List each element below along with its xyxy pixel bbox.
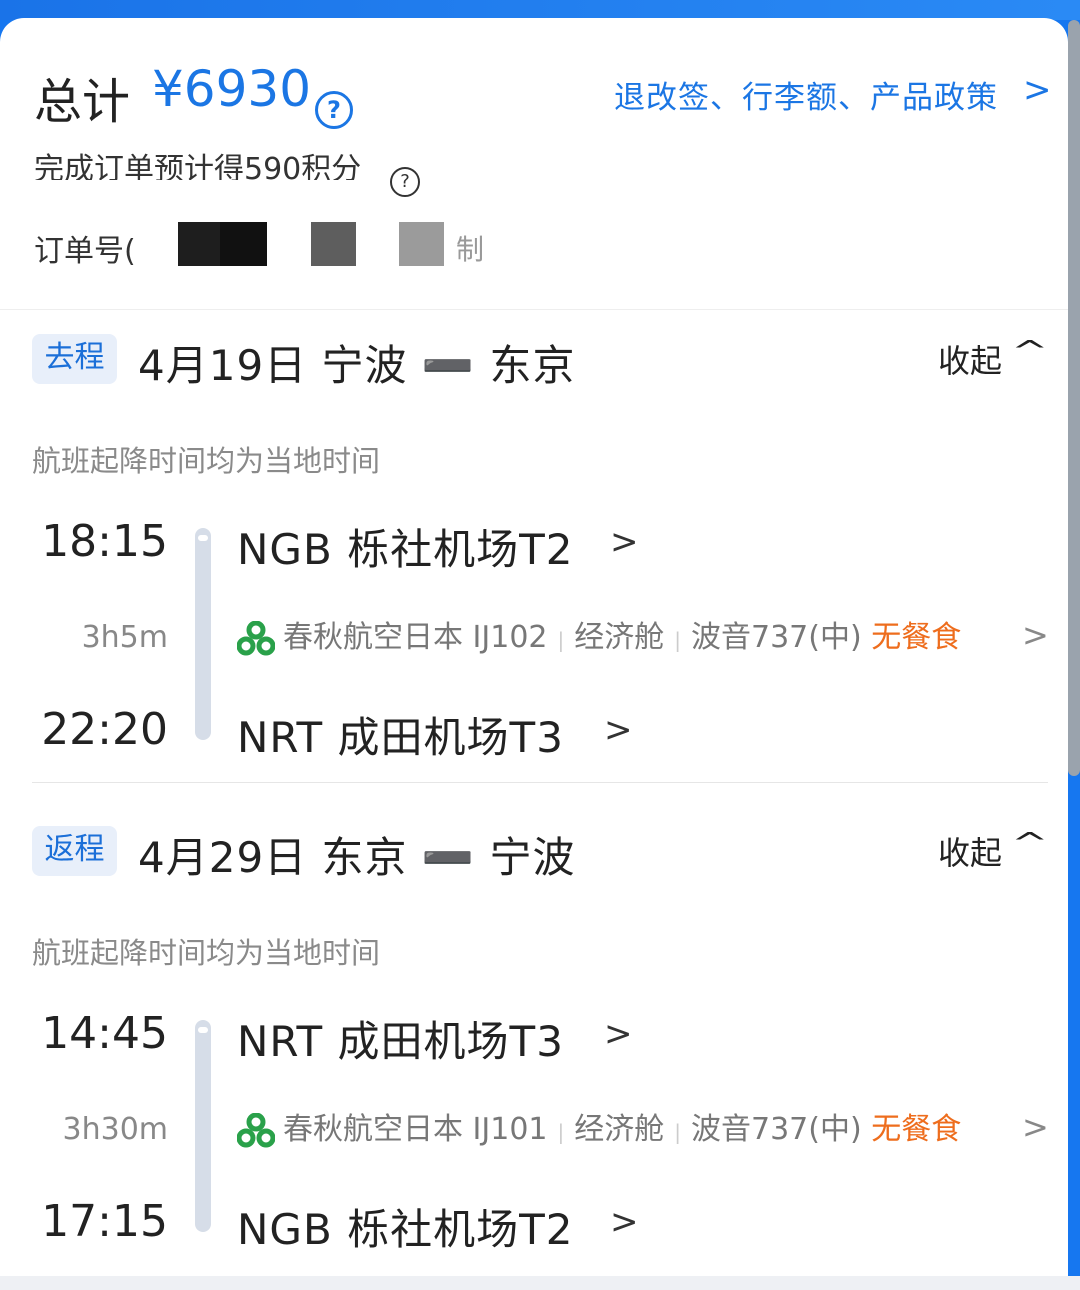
outbound-segment: 去程 4月19日 宁波 ➖ 东京 收起 ^ 航班起降时间均为当地时间 18:15… (0, 292, 1068, 762)
separator: | (557, 1120, 565, 1144)
airline-flight: 春秋航空日本 IJ102 (283, 620, 548, 655)
order-number-label: 订单号( (34, 234, 136, 269)
aircraft-type: 波音737(中) (691, 620, 862, 655)
collapse-button[interactable]: 收起 (938, 828, 1002, 874)
collapse-button[interactable]: 收起 (938, 336, 1002, 382)
depart-airport[interactable]: NGB 栎社机场T2 (237, 516, 574, 577)
meal-info: 无餐食 (871, 620, 962, 655)
depart-airport[interactable]: NRT 成田机场T3 (237, 1008, 564, 1069)
timeline-start-dot (195, 1024, 211, 1036)
flight-duration: 3h5m (81, 620, 168, 655)
arrive-airport[interactable]: NGB 栎社机场T2 (237, 1196, 574, 1257)
chevron-up-icon[interactable]: ^ (1011, 334, 1049, 367)
chevron-right-icon[interactable]: > (1023, 70, 1052, 110)
total-label: 总计 (34, 74, 131, 130)
arrive-time: 22:20 (41, 704, 168, 755)
price-help-icon[interactable]: ? (315, 91, 353, 129)
return-segment: 返程 4月29日 东京 ➖ 宁波 收起 ^ 航班起降时间均为当地时间 14:45… (0, 784, 1068, 1254)
arrive-airport[interactable]: NRT 成田机场T3 (237, 704, 564, 765)
top-status-strip (0, 0, 1080, 20)
local-time-note: 航班起降时间均为当地时间 (32, 444, 381, 478)
segment-divider (32, 782, 1048, 783)
spring-airlines-logo-icon (237, 620, 275, 655)
chevron-right-icon[interactable]: > (1022, 616, 1049, 654)
chevron-up-icon[interactable]: ^ (1011, 826, 1049, 859)
bottom-strip (0, 1276, 1080, 1290)
points-help-icon[interactable]: ? (390, 167, 420, 197)
trip-badge: 去程 (32, 334, 117, 384)
order-number-tail: 制 (456, 233, 485, 266)
points-estimate: 完成订单预计得590积分 (34, 152, 362, 180)
redaction-block (311, 222, 356, 266)
spring-airlines-logo-icon (237, 1112, 275, 1147)
timeline-bar (195, 528, 211, 740)
flight-duration: 3h30m (62, 1112, 169, 1147)
policy-link[interactable]: 退改签、行李额、产品政策 (614, 72, 998, 117)
timeline-bar (195, 1020, 211, 1232)
separator: | (674, 1120, 681, 1144)
redaction-block (399, 222, 444, 266)
arrive-time: 17:15 (41, 1196, 168, 1247)
separator: | (557, 628, 565, 652)
chevron-right-icon[interactable]: > (604, 710, 633, 750)
segment-title: 4月19日 宁波 ➖ 东京 (138, 341, 576, 390)
local-time-note: 航班起降时间均为当地时间 (32, 936, 381, 970)
timeline-start-dot (195, 532, 211, 544)
airline-flight: 春秋航空日本 IJ101 (283, 1112, 548, 1147)
chevron-right-icon[interactable]: > (1022, 1108, 1049, 1146)
cabin-class: 经济舱 (574, 620, 665, 655)
chevron-right-icon[interactable]: > (610, 522, 639, 562)
scrollbar[interactable] (1068, 20, 1080, 776)
meal-info: 无餐食 (871, 1112, 962, 1147)
depart-time: 18:15 (41, 516, 168, 567)
redaction-block (220, 222, 267, 266)
chevron-right-icon[interactable]: > (610, 1202, 639, 1242)
cabin-class: 经济舱 (574, 1112, 665, 1147)
flight-info-row[interactable]: 春秋航空日本 IJ102 | 经济舱 | 波音737(中) 无餐食 (237, 612, 961, 657)
segment-title: 4月29日 东京 ➖ 宁波 (138, 833, 576, 882)
depart-time: 14:45 (41, 1008, 168, 1059)
trip-badge: 返程 (32, 826, 117, 876)
total-price: ¥6930 (152, 60, 312, 118)
order-detail-card: 总计 ¥6930 ? 退改签、行李额、产品政策 > 完成订单预计得590积分 ?… (0, 18, 1068, 1290)
chevron-right-icon[interactable]: > (604, 1014, 633, 1054)
aircraft-type: 波音737(中) (691, 1112, 862, 1147)
flight-info-row[interactable]: 春秋航空日本 IJ101 | 经济舱 | 波音737(中) 无餐食 (237, 1104, 961, 1149)
separator: | (674, 628, 681, 652)
